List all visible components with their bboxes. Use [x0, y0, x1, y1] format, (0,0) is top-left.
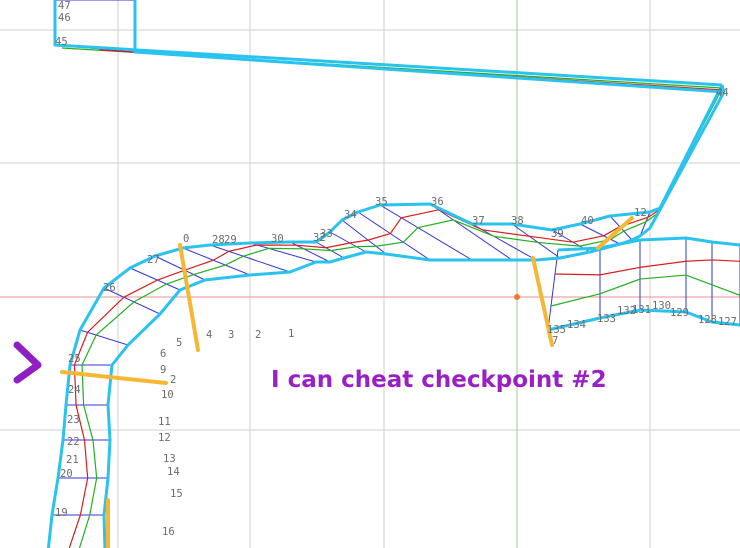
- node-label: 1: [288, 328, 294, 340]
- checkpoint-label: 7: [552, 335, 558, 347]
- node-label: 135: [547, 324, 566, 336]
- track-diagram: 02712 1234569101112131415161920212223242…: [0, 0, 740, 548]
- racing-line-red: [68, 85, 723, 548]
- node-label: 11: [158, 416, 171, 428]
- node-label: 4: [206, 329, 212, 341]
- node-label: 134: [567, 319, 586, 331]
- node-label: 130: [652, 300, 671, 312]
- cross-section-line: [182, 247, 251, 276]
- node-label: 29: [224, 234, 237, 246]
- node-label: 24: [68, 384, 81, 396]
- node-label: 20: [60, 468, 73, 480]
- origin-marker: [514, 294, 520, 300]
- node-label: 3: [228, 329, 234, 341]
- cross-section-line: [154, 255, 206, 281]
- cross-section-line: [547, 249, 559, 331]
- node-label: 10: [161, 389, 174, 401]
- node-label: 19: [55, 507, 68, 519]
- node-label: 129: [670, 307, 689, 319]
- node-label: 132: [617, 305, 636, 317]
- node-label: 27: [147, 254, 160, 266]
- node-label: 25: [68, 353, 81, 365]
- node-label: 35: [375, 196, 388, 208]
- node-label: 37: [472, 215, 485, 227]
- checkpoint-label: 12: [634, 207, 647, 219]
- cross-section-line: [129, 267, 181, 291]
- node-label: 2: [255, 329, 261, 341]
- node-label: 44: [716, 87, 729, 99]
- node-label: 40: [581, 215, 594, 227]
- track-editor-canvas[interactable]: 0 2 7 12 1 2 3 4 5 6 9 10 11 12 13 14 15 16 19 20 21 22 23 24 2…: [0, 0, 740, 548]
- annotation-text: I can cheat checkpoint #2: [271, 367, 607, 393]
- checkpoint-line: [60, 370, 168, 385]
- node-label: 5: [176, 337, 182, 349]
- node-label: 45: [55, 36, 68, 48]
- node-label: 30: [271, 233, 284, 245]
- node-label: 9: [160, 364, 166, 376]
- node-label: 16: [162, 526, 175, 538]
- track-segments: [46, 0, 740, 548]
- racing-line-green: [78, 87, 724, 548]
- node-label: 128: [698, 314, 717, 326]
- track-boundary-inner: [102, 91, 726, 548]
- node-label: 39: [551, 228, 564, 240]
- node-label: 33: [320, 228, 333, 240]
- node-label: 28: [212, 234, 225, 246]
- node-label: 133: [597, 313, 616, 325]
- node-label: 21: [66, 454, 79, 466]
- track-boundary-inner: [133, 0, 725, 94]
- node-label: 38: [511, 215, 524, 227]
- node-label: 22: [67, 436, 80, 448]
- node-label: 26: [103, 282, 116, 294]
- node-label: 6: [160, 348, 166, 360]
- checkpoint-label: 0: [183, 233, 189, 245]
- node-label: 15: [170, 488, 183, 500]
- node-label: 34: [344, 209, 357, 221]
- node-label: 14: [167, 466, 180, 478]
- checkpoint-label: 2: [170, 374, 176, 386]
- track-boundary-outer: [53, 0, 723, 87]
- node-label: 36: [431, 196, 444, 208]
- node-label: 127: [718, 316, 737, 328]
- node-label: 46: [58, 12, 71, 24]
- node-label: 23: [67, 414, 80, 426]
- node-label: 13: [163, 453, 176, 465]
- node-label: 47: [58, 0, 71, 12]
- node-label: 12: [158, 432, 171, 444]
- cross-section-line: [379, 204, 473, 261]
- arrow-right-icon: [13, 341, 42, 384]
